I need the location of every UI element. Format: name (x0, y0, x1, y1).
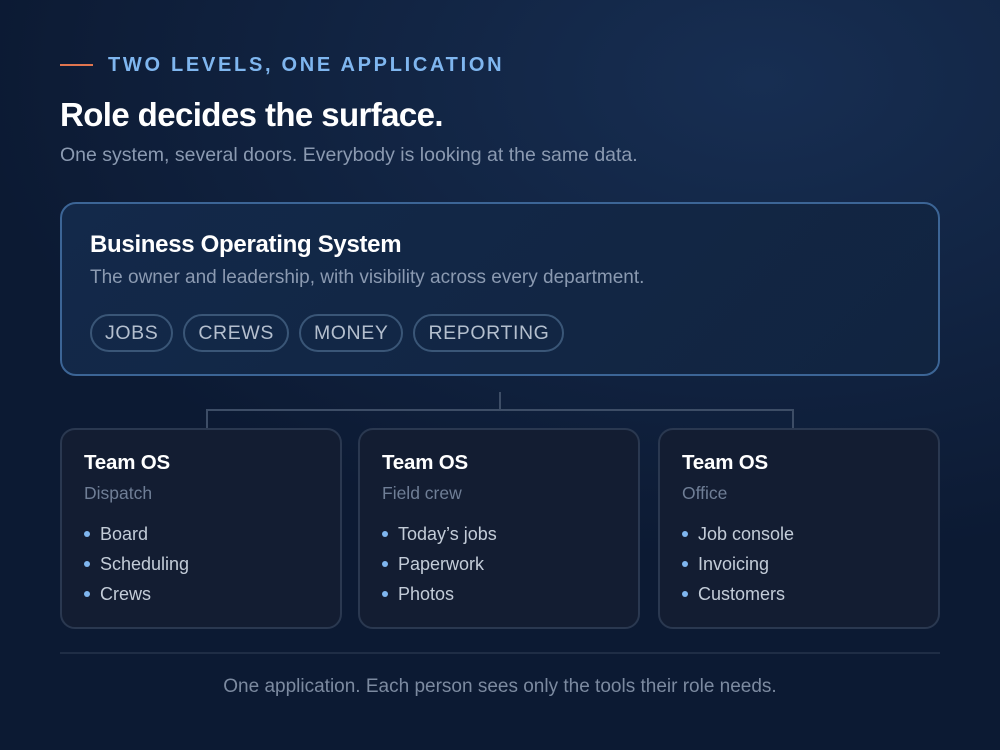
team-card-title: Team OS (682, 451, 768, 474)
list-item: Invoicing (682, 549, 794, 579)
team-card-role: Dispatch (84, 483, 153, 503)
bullet-icon (84, 531, 90, 537)
bullet-icon (382, 561, 388, 567)
bullet-icon (682, 531, 688, 537)
bullet-icon (84, 591, 90, 597)
bullet-icon (84, 561, 90, 567)
connector-branch (206, 409, 794, 429)
list-item: Photos (382, 579, 497, 609)
team-card-title: Team OS (382, 451, 468, 474)
list-item-label: Scheduling (100, 553, 190, 574)
team-card-role: Office (682, 483, 728, 503)
feature-list: Board Scheduling Crews (84, 519, 189, 609)
feature-list: Job console Invoicing Customers (682, 519, 794, 609)
list-item: Scheduling (84, 549, 189, 579)
bullet-icon (682, 591, 688, 597)
feature-list: Today’s jobs Paperwork Photos (382, 519, 497, 609)
bullet-icon (682, 561, 688, 567)
footer-caption: One application. Each person sees only t… (223, 676, 777, 697)
team-card-field-crew: Team OS Field crew Today’s jobs Paperwor… (358, 428, 640, 629)
list-item: Job console (682, 519, 794, 549)
list-item: Crews (84, 579, 189, 609)
list-item-label: Paperwork (398, 553, 485, 574)
list-item: Today’s jobs (382, 519, 497, 549)
list-item-label: Today’s jobs (398, 523, 497, 544)
bullet-icon (382, 531, 388, 537)
list-item: Paperwork (382, 549, 497, 579)
team-card-dispatch: Team OS Dispatch Board Scheduling Crews (60, 428, 342, 629)
team-card-office: Team OS Office Job console Invoicing Cus… (658, 428, 940, 629)
list-item-label: Crews (100, 583, 152, 604)
list-item-label: Invoicing (698, 553, 770, 574)
team-card-role: Field crew (382, 483, 462, 503)
list-item-label: Customers (698, 583, 786, 604)
list-item-label: Photos (398, 583, 455, 604)
list-item: Board (84, 519, 189, 549)
team-card-title: Team OS (84, 451, 170, 474)
hierarchy-connector (206, 392, 794, 429)
list-item-label: Board (100, 523, 149, 544)
list-item-label: Job console (698, 523, 795, 544)
list-item: Customers (682, 579, 794, 609)
footer-divider (60, 652, 940, 654)
bullet-icon (382, 591, 388, 597)
